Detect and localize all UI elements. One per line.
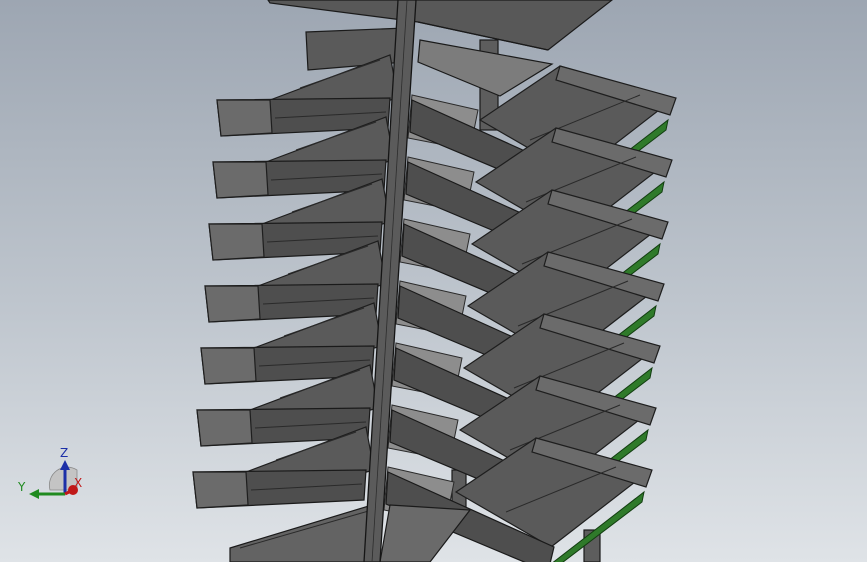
base-tray[interactable] bbox=[229, 504, 381, 562]
right-tray-stack bbox=[383, 65, 677, 562]
rack-assembly-model[interactable] bbox=[0, 0, 867, 562]
z-axis-label: Z bbox=[60, 446, 68, 460]
z-axis-arrow-icon bbox=[60, 460, 70, 470]
y-axis-arrow-icon bbox=[29, 489, 39, 499]
y-axis-label: Y bbox=[17, 480, 26, 494]
orientation-triad: Z Y X bbox=[17, 446, 82, 499]
3d-viewport[interactable]: Z Y X bbox=[0, 0, 867, 562]
x-axis-label: X bbox=[74, 476, 82, 490]
left-tray-stack bbox=[192, 54, 399, 509]
